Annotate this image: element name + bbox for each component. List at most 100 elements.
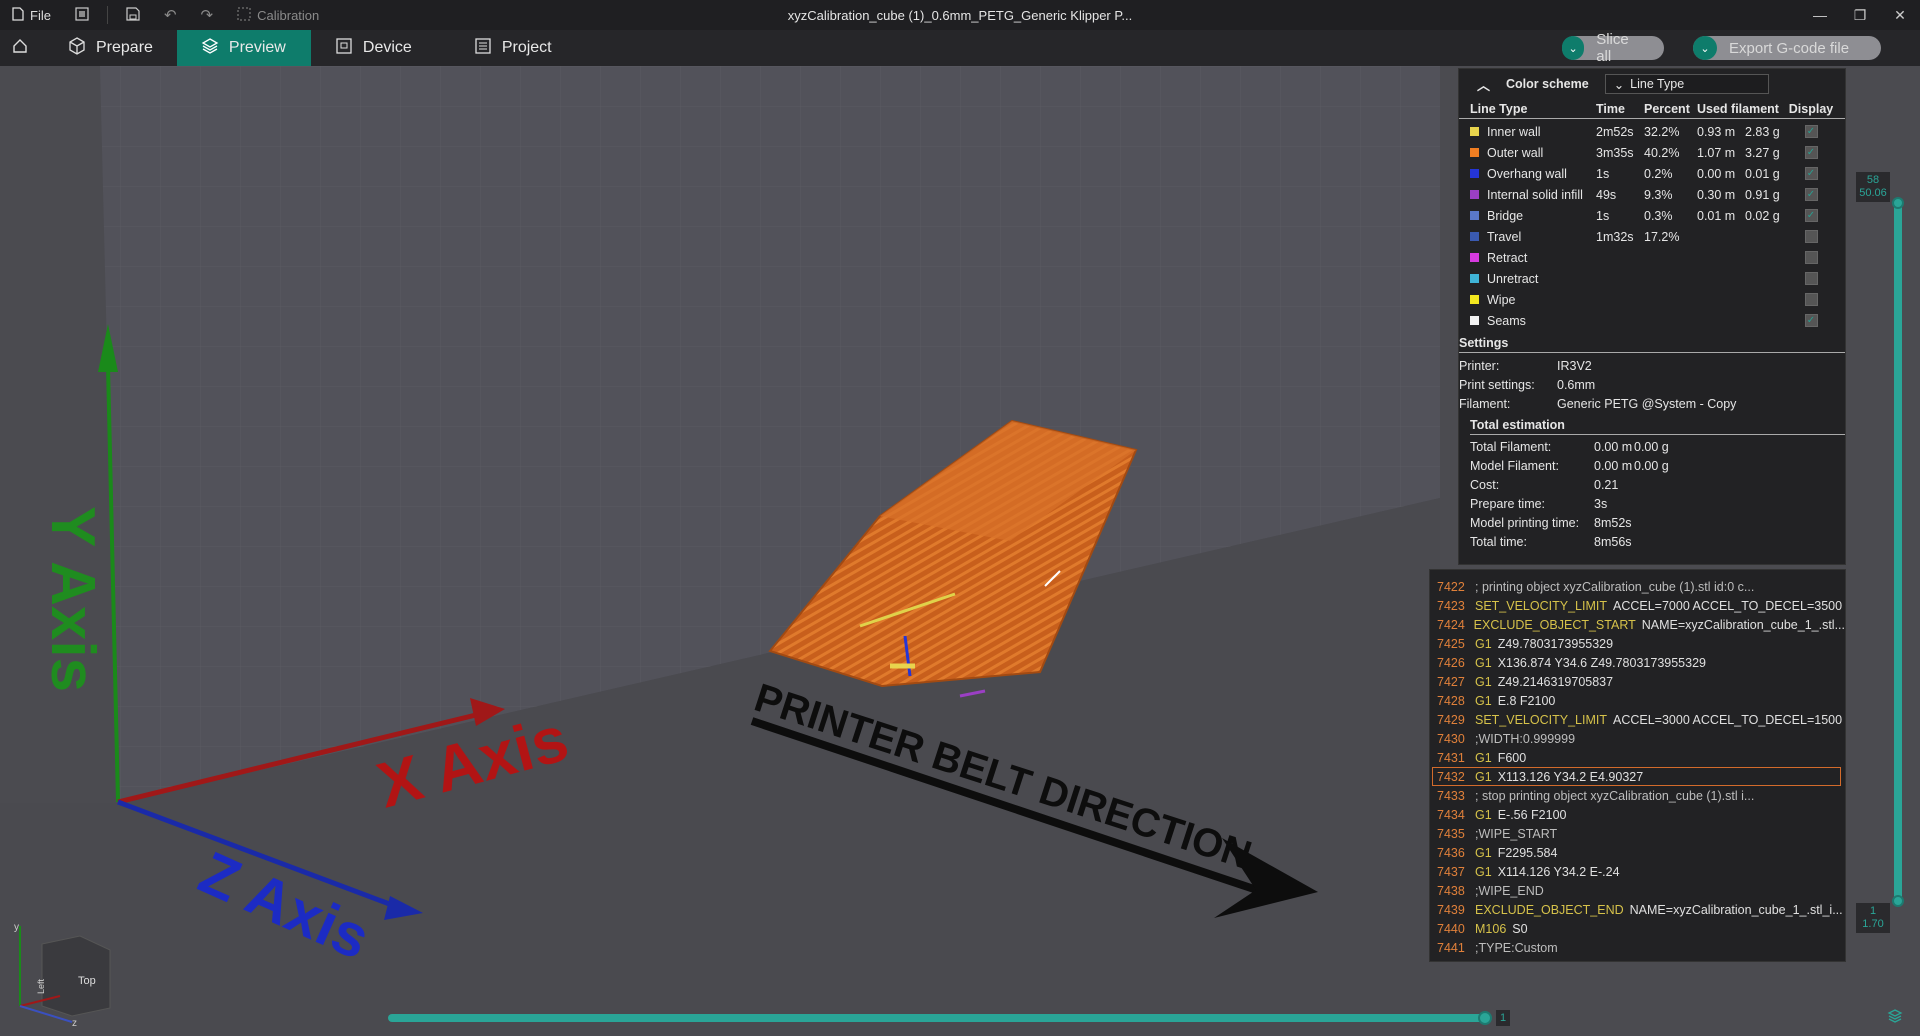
file-menu-label: File <box>30 7 51 23</box>
move-slider[interactable] <box>388 1014 1490 1022</box>
legend-row: Travel 1m32s 17.2% <box>1459 226 1845 247</box>
gcode-args: NAME=xyzCalibration_cube_1_.stl_i... <box>1629 902 1843 917</box>
tab-device[interactable]: Device <box>311 30 436 66</box>
close-button[interactable]: ✕ <box>1880 0 1920 30</box>
tab-preview-label: Preview <box>228 39 286 56</box>
gcode-line[interactable]: 7437 G1 X114.126 Y34.2 E-.24 <box>1430 862 1845 881</box>
gcode-line[interactable]: 7423 SET_VELOCITY_LIMIT ACCEL=7000 ACCEL_T… <box>1430 596 1845 615</box>
layers-toggle-icon[interactable] <box>1887 1008 1903 1029</box>
chevron-down-icon[interactable]: ⌄ <box>1562 36 1585 60</box>
line-type-label: Internal solid infill <box>1487 187 1583 202</box>
checkbox[interactable] <box>1804 251 1818 264</box>
gcode-line-selected[interactable]: 7432 G1 X113.126 Y34.2 E4.90327 <box>1432 767 1841 786</box>
file-menu[interactable]: File <box>0 0 63 30</box>
checkbox[interactable] <box>1804 272 1818 285</box>
gcode-command: EXCLUDE_OBJECT_START <box>1473 617 1636 632</box>
gcode-line-number: 7439 <box>1437 902 1465 917</box>
gcode-line[interactable]: 7440 M106 S0 <box>1430 919 1845 938</box>
line-type-percent: 17.2% <box>1644 229 1680 244</box>
color-scheme-label: Color scheme <box>1506 77 1589 91</box>
tab-device-label: Device <box>362 39 412 56</box>
gcode-line[interactable]: 7426 G1 X136.874 Y34.6 Z49.7803173955329 <box>1430 653 1845 672</box>
gcode-line[interactable]: 7429 SET_VELOCITY_LIMIT ACCEL=3000 ACCEL_T… <box>1430 710 1845 729</box>
export-gcode-button[interactable]: ⌄ Export G-code file <box>1693 36 1881 60</box>
minimize-button[interactable]: — <box>1800 0 1840 30</box>
line-type-weight: 0.91 g <box>1745 187 1780 202</box>
gcode-line[interactable]: 7441 ;TYPE:Custom <box>1430 938 1845 957</box>
gcode-line[interactable]: 7428 G1 E.8 F2100 <box>1430 691 1845 710</box>
home-button[interactable] <box>0 30 40 66</box>
line-type-percent: 9.3% <box>1644 187 1673 202</box>
checkbox[interactable]: ✓ <box>1804 125 1818 138</box>
color-scheme-select[interactable]: ⌄ Line Type <box>1604 74 1769 94</box>
display-toggle[interactable]: ✓ <box>1791 209 1831 222</box>
gcode-line[interactable]: 7439 EXCLUDE_OBJECT_END NAME=xyzCalibratio… <box>1430 900 1845 919</box>
display-toggle[interactable] <box>1791 230 1831 243</box>
gcode-command: G1 <box>1475 807 1492 822</box>
display-toggle[interactable] <box>1791 251 1831 264</box>
move-slider-handle[interactable] <box>1478 1011 1492 1025</box>
display-toggle[interactable]: ✓ <box>1791 167 1831 180</box>
gcode-line[interactable]: 7422 ; printing object xyzCalibration_cub… <box>1430 577 1845 596</box>
menu-button[interactable] <box>63 0 101 30</box>
display-toggle[interactable]: ✓ <box>1791 188 1831 201</box>
gcode-command: G1 <box>1475 864 1492 879</box>
checkbox[interactable]: ✓ <box>1804 188 1818 201</box>
settings-row: Filament: Generic PETG @System - Copy <box>1459 394 1845 413</box>
line-type-name: Wipe <box>1470 293 1596 307</box>
gcode-line[interactable]: 7430 ;WIDTH:0.999999 <box>1430 729 1845 748</box>
maximize-button[interactable]: ❐ <box>1840 0 1880 30</box>
display-toggle[interactable] <box>1791 293 1831 306</box>
checkbox[interactable]: ✓ <box>1804 209 1818 222</box>
layer-slider-bottom-handle[interactable] <box>1892 895 1904 907</box>
gcode-line[interactable]: 7436 G1 F2295.584 <box>1430 843 1845 862</box>
line-type-length: 1.07 m <box>1697 145 1736 160</box>
display-toggle[interactable]: ✓ <box>1791 146 1831 159</box>
gcode-line[interactable]: 7425 G1 Z49.7803173955329 <box>1430 634 1845 653</box>
gcode-args: S0 <box>1512 921 1528 936</box>
gcode-viewer[interactable]: 7422 ; printing object xyzCalibration_cub… <box>1429 569 1846 962</box>
tab-project[interactable]: Project <box>450 30 576 66</box>
collapse-icon[interactable]: ︿ <box>1477 75 1490 94</box>
gcode-args: X136.874 Y34.6 Z49.7803173955329 <box>1497 655 1706 670</box>
layer-slider[interactable] <box>1894 200 1902 902</box>
tab-prepare[interactable]: Prepare <box>44 30 177 66</box>
gcode-line-number: 7427 <box>1437 674 1465 689</box>
settings-value: Generic PETG @System - Copy <box>1557 396 1737 411</box>
checkbox[interactable] <box>1804 230 1818 243</box>
gcode-line-number: 7432 <box>1437 769 1465 784</box>
checkbox[interactable]: ✓ <box>1804 146 1818 159</box>
calibration-button[interactable]: Calibration <box>225 0 331 30</box>
gcode-line[interactable]: 7431 G1 F600 <box>1430 748 1845 767</box>
checkbox[interactable] <box>1804 293 1818 306</box>
tab-preview[interactable]: Preview <box>176 30 311 66</box>
estimation-value-2: 0.00 g <box>1634 439 1669 454</box>
gcode-line-number: 7426 <box>1437 655 1465 670</box>
line-type-weight: 0.01 g <box>1745 166 1780 181</box>
gcode-line[interactable]: 7427 G1 Z49.2146319705837 <box>1430 672 1845 691</box>
gcode-line[interactable]: 7434 G1 E-.56 F2100 <box>1430 805 1845 824</box>
save-button[interactable] <box>114 0 152 30</box>
layer-slider-top-handle[interactable] <box>1892 197 1904 209</box>
tab-prepare-label: Prepare <box>96 39 153 56</box>
slice-all-button[interactable]: ⌄ Slice all <box>1562 31 1664 65</box>
undo-button[interactable]: ↶ <box>152 0 189 30</box>
chevron-down-icon[interactable]: ⌄ <box>1693 36 1717 60</box>
gcode-line[interactable]: 7438 ;WIPE_END <box>1430 881 1845 900</box>
redo-button[interactable]: ↷ <box>189 0 226 30</box>
checkbox[interactable]: ✓ <box>1804 314 1818 327</box>
display-toggle[interactable] <box>1791 272 1831 285</box>
line-type-label: Travel <box>1487 229 1522 244</box>
redo-icon: ↷ <box>200 7 214 24</box>
estimation-key: Model printing time: <box>1470 515 1580 530</box>
menu-icon <box>75 6 89 24</box>
gcode-line[interactable]: 7424 EXCLUDE_OBJECT_START NAME=xyzCalibrat… <box>1430 615 1845 634</box>
display-toggle[interactable]: ✓ <box>1791 314 1831 327</box>
display-toggle[interactable]: ✓ <box>1791 125 1831 138</box>
gcode-command: G1 <box>1475 636 1492 651</box>
save-icon <box>126 6 140 24</box>
checkbox[interactable]: ✓ <box>1804 167 1818 180</box>
gcode-line[interactable]: 7435 ;WIPE_START <box>1430 824 1845 843</box>
line-type-length: 0.30 m <box>1697 187 1736 202</box>
gcode-line[interactable]: 7433 ; stop printing object xyzCalibratio… <box>1430 786 1845 805</box>
